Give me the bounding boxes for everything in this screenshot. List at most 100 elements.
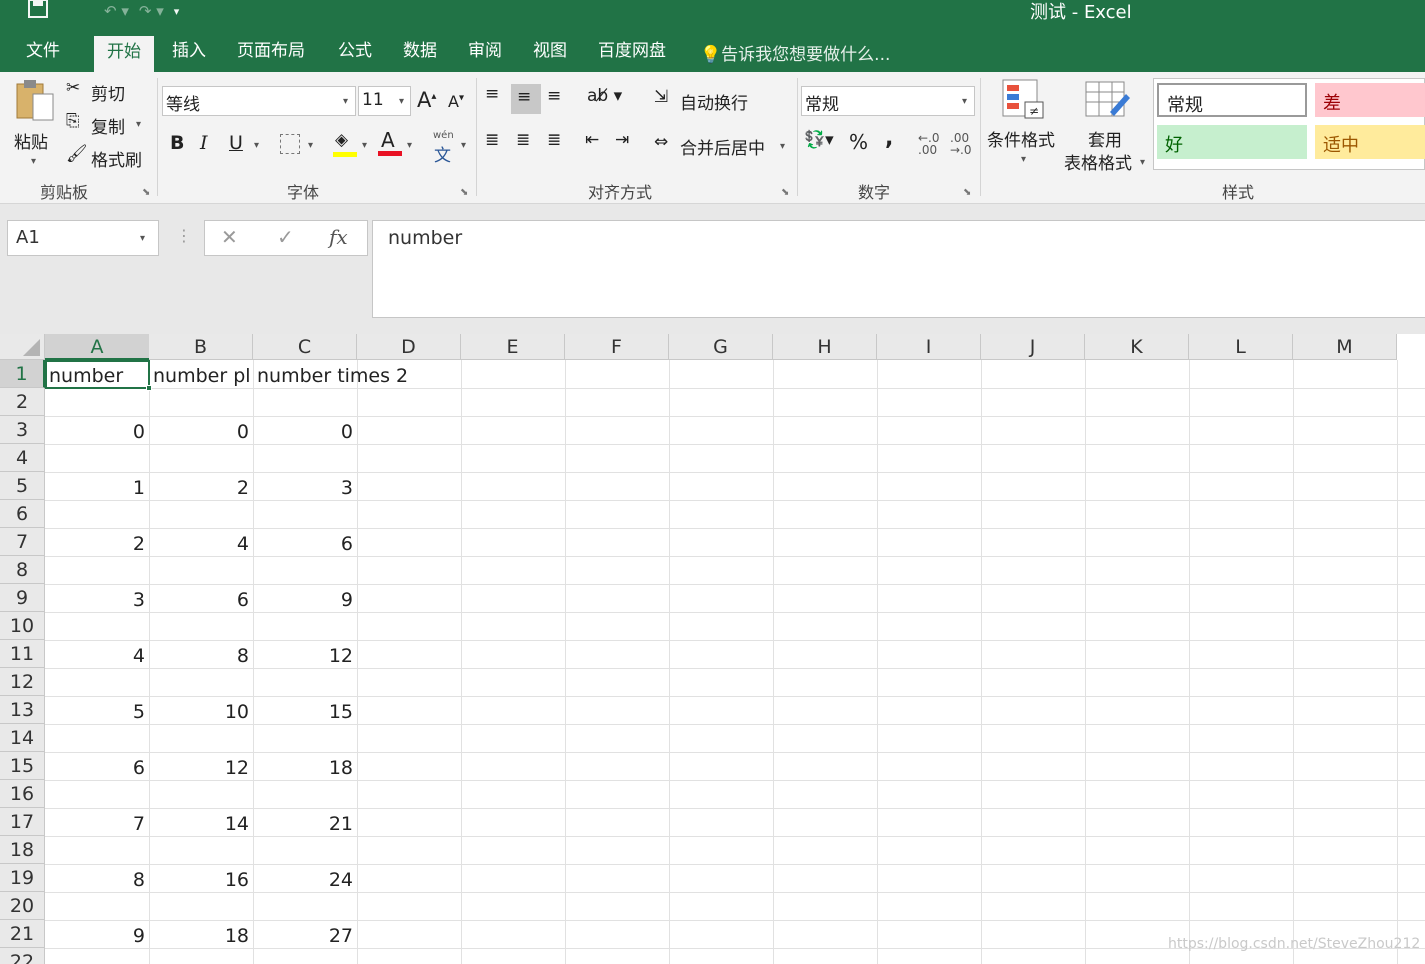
format-painter-button[interactable]: 🖌 格式刷	[66, 144, 150, 171]
font-name-select[interactable]: 等线 ▾	[162, 86, 356, 116]
number-format-select[interactable]: 常规 ▾	[801, 86, 975, 116]
chevron-down-icon[interactable]: ▾	[461, 140, 466, 151]
cell-C7[interactable]: 6	[253, 529, 357, 557]
column-header-F[interactable]: F	[565, 334, 669, 360]
currency-icon[interactable]: 💱▾	[804, 130, 834, 150]
insert-function-icon[interactable]: fx	[329, 225, 348, 249]
cell-B1[interactable]: number pl	[149, 361, 253, 389]
row-header-22[interactable]: 22	[0, 948, 45, 964]
row-header-11[interactable]: 11	[0, 640, 45, 668]
cell-C11[interactable]: 12	[253, 641, 357, 669]
tab-view[interactable]: 视图	[533, 40, 567, 72]
copy-button[interactable]: ⎘ 复制 ▾	[66, 111, 150, 138]
style-normal[interactable]: 常规	[1157, 83, 1307, 117]
cancel-icon[interactable]: ✕	[221, 225, 238, 249]
tab-review[interactable]: 审阅	[468, 40, 502, 72]
grow-font-button[interactable]: A▴	[417, 88, 436, 112]
increase-indent-icon[interactable]: ⇥	[615, 130, 629, 150]
tab-home[interactable]: 开始	[94, 36, 154, 72]
align-bottom-icon[interactable]: ≡	[547, 86, 561, 106]
row-header-5[interactable]: 5	[0, 472, 45, 500]
align-top-icon[interactable]: ≡	[485, 84, 499, 104]
paste-button[interactable]: 粘贴 ▾	[10, 78, 60, 170]
column-header-A[interactable]: A	[45, 334, 150, 360]
row-header-6[interactable]: 6	[0, 500, 45, 528]
chevron-down-icon[interactable]: ▾	[407, 140, 412, 151]
column-header-M[interactable]: M	[1293, 334, 1397, 360]
cell-C19[interactable]: 24	[253, 865, 357, 893]
cell-B19[interactable]: 16	[149, 865, 253, 893]
row-header-10[interactable]: 10	[0, 612, 45, 640]
font-size-select[interactable]: 11 ▾	[358, 86, 411, 116]
column-header-H[interactable]: H	[773, 334, 877, 360]
dialog-launcher-icon[interactable]: ⬊	[142, 187, 150, 198]
column-header-B[interactable]: B	[149, 334, 253, 360]
column-header-G[interactable]: G	[669, 334, 773, 360]
row-header-17[interactable]: 17	[0, 808, 45, 836]
row-header-9[interactable]: 9	[0, 584, 45, 612]
tell-me-search[interactable]: 💡告诉我您想要做什么...	[700, 40, 890, 65]
row-header-15[interactable]: 15	[0, 752, 45, 780]
style-good[interactable]: 好	[1157, 125, 1307, 159]
cell-B11[interactable]: 8	[149, 641, 253, 669]
fill-handle[interactable]	[146, 385, 152, 391]
font-color-button[interactable]: A	[378, 128, 404, 158]
fill-color-button[interactable]: ◈	[333, 130, 359, 158]
decrease-decimal-button[interactable]: .00 →.0	[950, 132, 978, 156]
decrease-indent-icon[interactable]: ⇤	[585, 130, 599, 150]
cell-C9[interactable]: 9	[253, 585, 357, 613]
row-header-3[interactable]: 3	[0, 416, 45, 444]
cell-C15[interactable]: 18	[253, 753, 357, 781]
cut-button[interactable]: ✂ 剪切	[66, 78, 136, 105]
row-header-8[interactable]: 8	[0, 556, 45, 584]
cell-B13[interactable]: 10	[149, 697, 253, 725]
cell-B7[interactable]: 4	[149, 529, 253, 557]
dialog-launcher-icon[interactable]: ⬊	[781, 187, 789, 198]
row-header-18[interactable]: 18	[0, 836, 45, 864]
align-middle-button[interactable]: ≡	[511, 84, 541, 114]
select-all-corner[interactable]	[0, 334, 45, 360]
tab-data[interactable]: 数据	[403, 40, 437, 72]
cell-C17[interactable]: 21	[253, 809, 357, 837]
row-header-14[interactable]: 14	[0, 724, 45, 752]
cell-A15[interactable]: 6	[45, 753, 149, 781]
chevron-down-icon[interactable]: ▾	[254, 140, 259, 151]
format-as-table-button[interactable]: 套用 表格格式 ▾	[1062, 78, 1152, 174]
cell-B21[interactable]: 18	[149, 921, 253, 949]
cell-C21[interactable]: 27	[253, 921, 357, 949]
style-bad[interactable]: 差	[1315, 83, 1425, 117]
row-header-21[interactable]: 21	[0, 920, 45, 948]
dialog-launcher-icon[interactable]: ⬊	[963, 187, 971, 198]
align-center-icon[interactable]: ≣	[516, 130, 530, 150]
customize-qat-icon[interactable]: ▾	[174, 5, 180, 18]
increase-decimal-button[interactable]: ←.0 .00	[918, 132, 946, 156]
merge-center-button[interactable]: ⇔ 合并后居中 ▾	[654, 132, 794, 160]
redo-icon[interactable]: ↷ ▾	[139, 2, 164, 20]
cell-B3[interactable]: 0	[149, 417, 253, 445]
row-header-4[interactable]: 4	[0, 444, 45, 472]
cell-C5[interactable]: 3	[253, 473, 357, 501]
row-header-2[interactable]: 2	[0, 388, 45, 416]
column-header-C[interactable]: C	[253, 334, 357, 360]
tab-baidu-netdisk[interactable]: 百度网盘	[598, 40, 666, 72]
row-header-12[interactable]: 12	[0, 668, 45, 696]
formula-input[interactable]: number	[372, 220, 1425, 318]
row-header-20[interactable]: 20	[0, 892, 45, 920]
cell-B15[interactable]: 12	[149, 753, 253, 781]
conditional-formatting-button[interactable]: ≠ 条件格式 ▾	[985, 78, 1061, 174]
row-header-7[interactable]: 7	[0, 528, 45, 556]
column-header-D[interactable]: D	[357, 334, 461, 360]
cell-C3[interactable]: 0	[253, 417, 357, 445]
cell-A7[interactable]: 2	[45, 529, 149, 557]
column-header-J[interactable]: J	[981, 334, 1085, 360]
chevron-down-icon[interactable]: ▾	[308, 140, 313, 151]
align-right-icon[interactable]: ≣	[547, 130, 561, 150]
save-icon[interactable]	[28, 0, 48, 22]
cell-B17[interactable]: 14	[149, 809, 253, 837]
underline-button[interactable]: U	[229, 132, 243, 154]
row-header-1[interactable]: 1	[0, 360, 45, 388]
tab-insert[interactable]: 插入	[172, 40, 206, 72]
enter-icon[interactable]: ✓	[277, 225, 294, 249]
column-header-L[interactable]: L	[1189, 334, 1293, 360]
name-box[interactable]: A1 ▾	[7, 220, 159, 256]
